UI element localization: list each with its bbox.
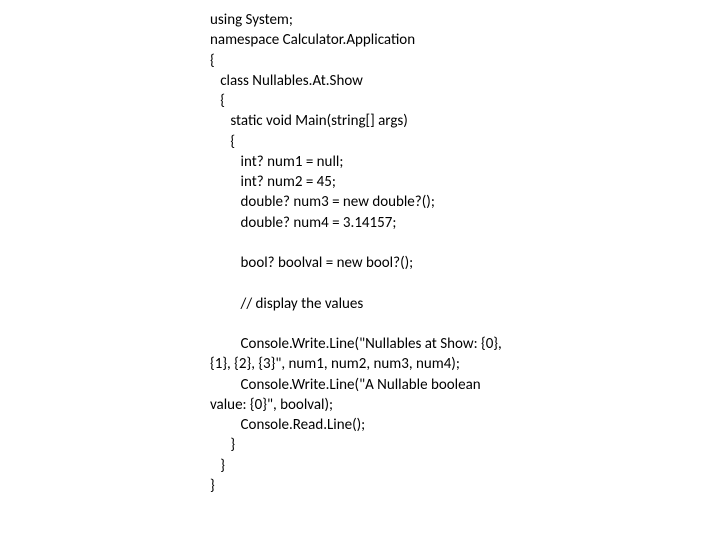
code-line: Console.Read.Line(); bbox=[210, 416, 365, 434]
code-line: int? num2 = 45; bbox=[210, 173, 336, 191]
code-line: Console.Write.Line("Nullables at Show: {… bbox=[210, 335, 505, 373]
code-line: double? num3 = new double?(); bbox=[210, 193, 435, 211]
code-line: } bbox=[210, 477, 215, 495]
code-line: class Nullables.At.Show bbox=[210, 72, 363, 90]
code-line: double? num4 = 3.14157; bbox=[210, 214, 396, 232]
code-line: // display the values bbox=[210, 295, 363, 313]
code-line: bool? boolval = new bool?(); bbox=[210, 254, 413, 272]
code-line: int? num1 = null; bbox=[210, 153, 343, 171]
code-line: Console.Write.Line("A Nullable boolean v… bbox=[210, 376, 484, 414]
code-line: { bbox=[210, 92, 225, 110]
code-line: } bbox=[210, 457, 225, 475]
code-snippet: using System; namespace Calculator.Appli… bbox=[0, 0, 510, 496]
code-line: { bbox=[210, 52, 215, 70]
code-line: using System; bbox=[210, 11, 293, 29]
code-line: { bbox=[210, 133, 235, 151]
code-line: namespace Calculator.Application bbox=[210, 31, 415, 49]
code-line: static void Main(string[] args) bbox=[210, 112, 408, 130]
code-line: } bbox=[210, 436, 235, 454]
